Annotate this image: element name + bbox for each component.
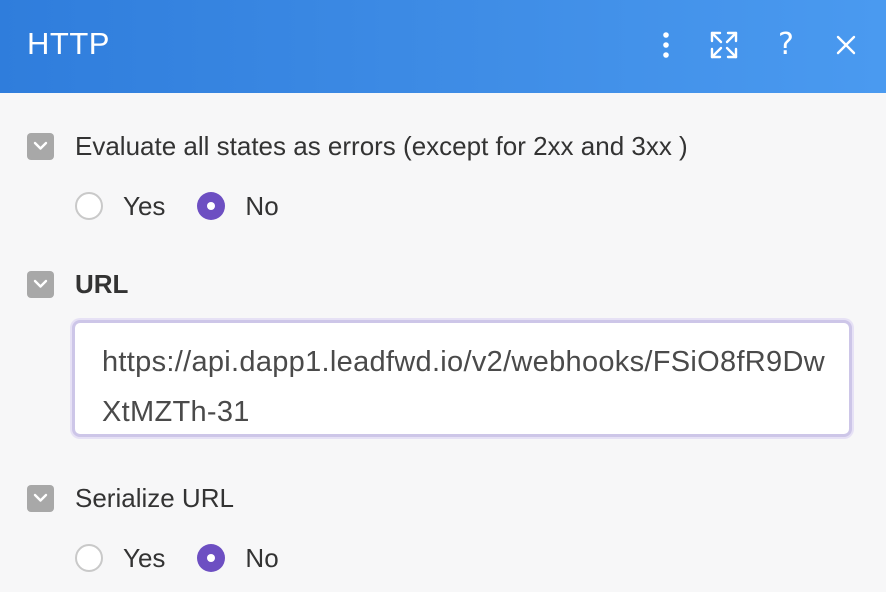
collapse-toggle[interactable] (27, 270, 54, 298)
section-evaluate-errors: Evaluate all states as errors (except fo… (27, 130, 688, 162)
chevron-down-icon (33, 493, 48, 502)
radio-button-selected[interactable] (197, 192, 226, 220)
radio-group-evaluate-errors: Yes No (75, 188, 311, 224)
section-label: Evaluate all states as errors (except fo… (75, 131, 688, 161)
url-input[interactable]: https://api.dapp1.leadfwd.io/v2/webhooks… (72, 320, 852, 437)
chevron-down-icon (33, 279, 48, 288)
section-label: URL (75, 269, 129, 299)
close-button[interactable] (828, 27, 864, 63)
radio-group-serialize-url: Yes No (75, 540, 311, 576)
radio-label: No (245, 191, 279, 221)
panel-header: HTTP ? (0, 0, 886, 93)
chevron-down-icon (33, 141, 48, 150)
collapse-toggle[interactable] (27, 484, 54, 512)
panel-body: Evaluate all states as errors (except fo… (0, 93, 886, 592)
expand-button[interactable] (706, 27, 742, 63)
more-vertical-icon (663, 32, 669, 58)
radio-option-no[interactable]: No (197, 190, 279, 222)
radio-button[interactable] (75, 544, 103, 572)
radio-option-yes[interactable]: Yes (75, 190, 165, 222)
radio-label: No (245, 543, 279, 573)
close-icon (836, 35, 856, 55)
radio-label: Yes (123, 191, 166, 221)
expand-icon (710, 31, 738, 59)
section-url: URL (27, 268, 128, 300)
radio-button-selected[interactable] (197, 544, 226, 572)
more-options-button[interactable] (648, 27, 684, 63)
collapse-toggle[interactable] (27, 132, 54, 160)
radio-option-yes[interactable]: Yes (75, 542, 165, 574)
section-label: Serialize URL (75, 483, 234, 513)
help-button[interactable]: ? (768, 27, 804, 63)
radio-option-no[interactable]: No (197, 542, 279, 574)
section-serialize-url: Serialize URL (27, 482, 234, 514)
radio-label: Yes (123, 543, 166, 573)
help-icon: ? (778, 27, 794, 62)
panel-title: HTTP (27, 26, 110, 61)
radio-button[interactable] (75, 192, 103, 220)
